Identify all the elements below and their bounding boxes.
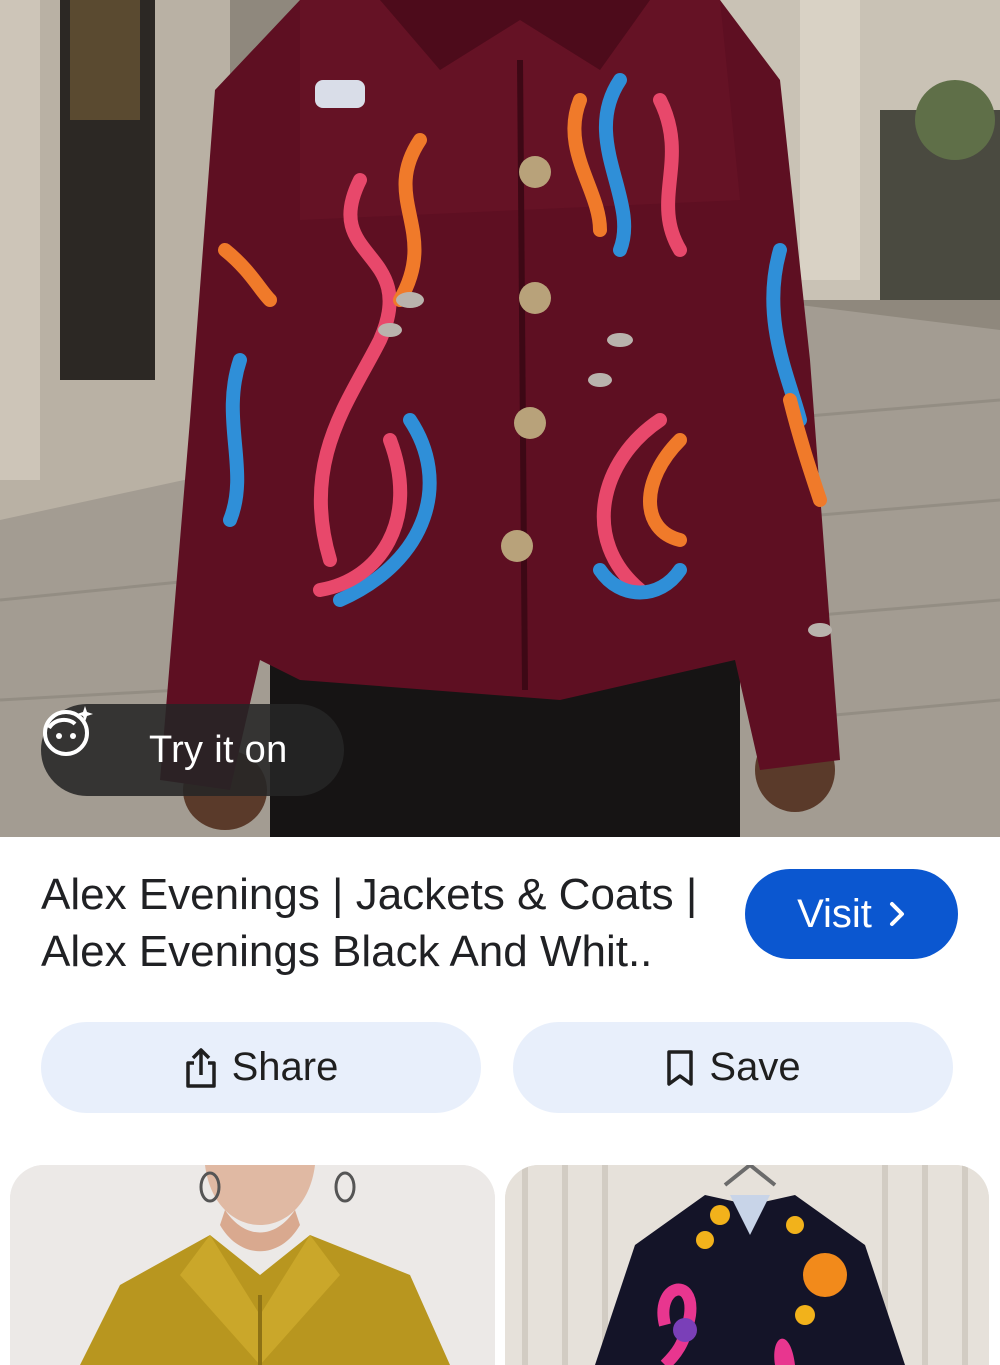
product-image[interactable]: Try it on: [0, 0, 1000, 837]
save-label: Save: [709, 1045, 801, 1089]
try-it-on-button[interactable]: Try it on: [41, 704, 344, 796]
related-result-2[interactable]: [505, 1165, 989, 1365]
yellow-corduroy-jacket-photo: [10, 1165, 495, 1365]
embroidered-black-jacket-photo: [505, 1165, 989, 1365]
share-button[interactable]: Share: [41, 1022, 481, 1113]
share-label: Share: [231, 1045, 339, 1089]
result-title[interactable]: Alex Evenings | Jackets & Coats | Alex E…: [41, 866, 711, 980]
bookmark-icon: [665, 1049, 695, 1087]
chevron-right-icon: [888, 900, 906, 928]
share-icon: [184, 1047, 218, 1089]
related-result-1[interactable]: [10, 1165, 495, 1365]
face-sparkle-icon: [43, 706, 137, 777]
visit-button[interactable]: Visit: [745, 869, 958, 959]
visit-label: Visit: [797, 891, 872, 936]
try-it-on-label: Try it on: [149, 728, 288, 771]
save-button[interactable]: Save: [513, 1022, 953, 1113]
